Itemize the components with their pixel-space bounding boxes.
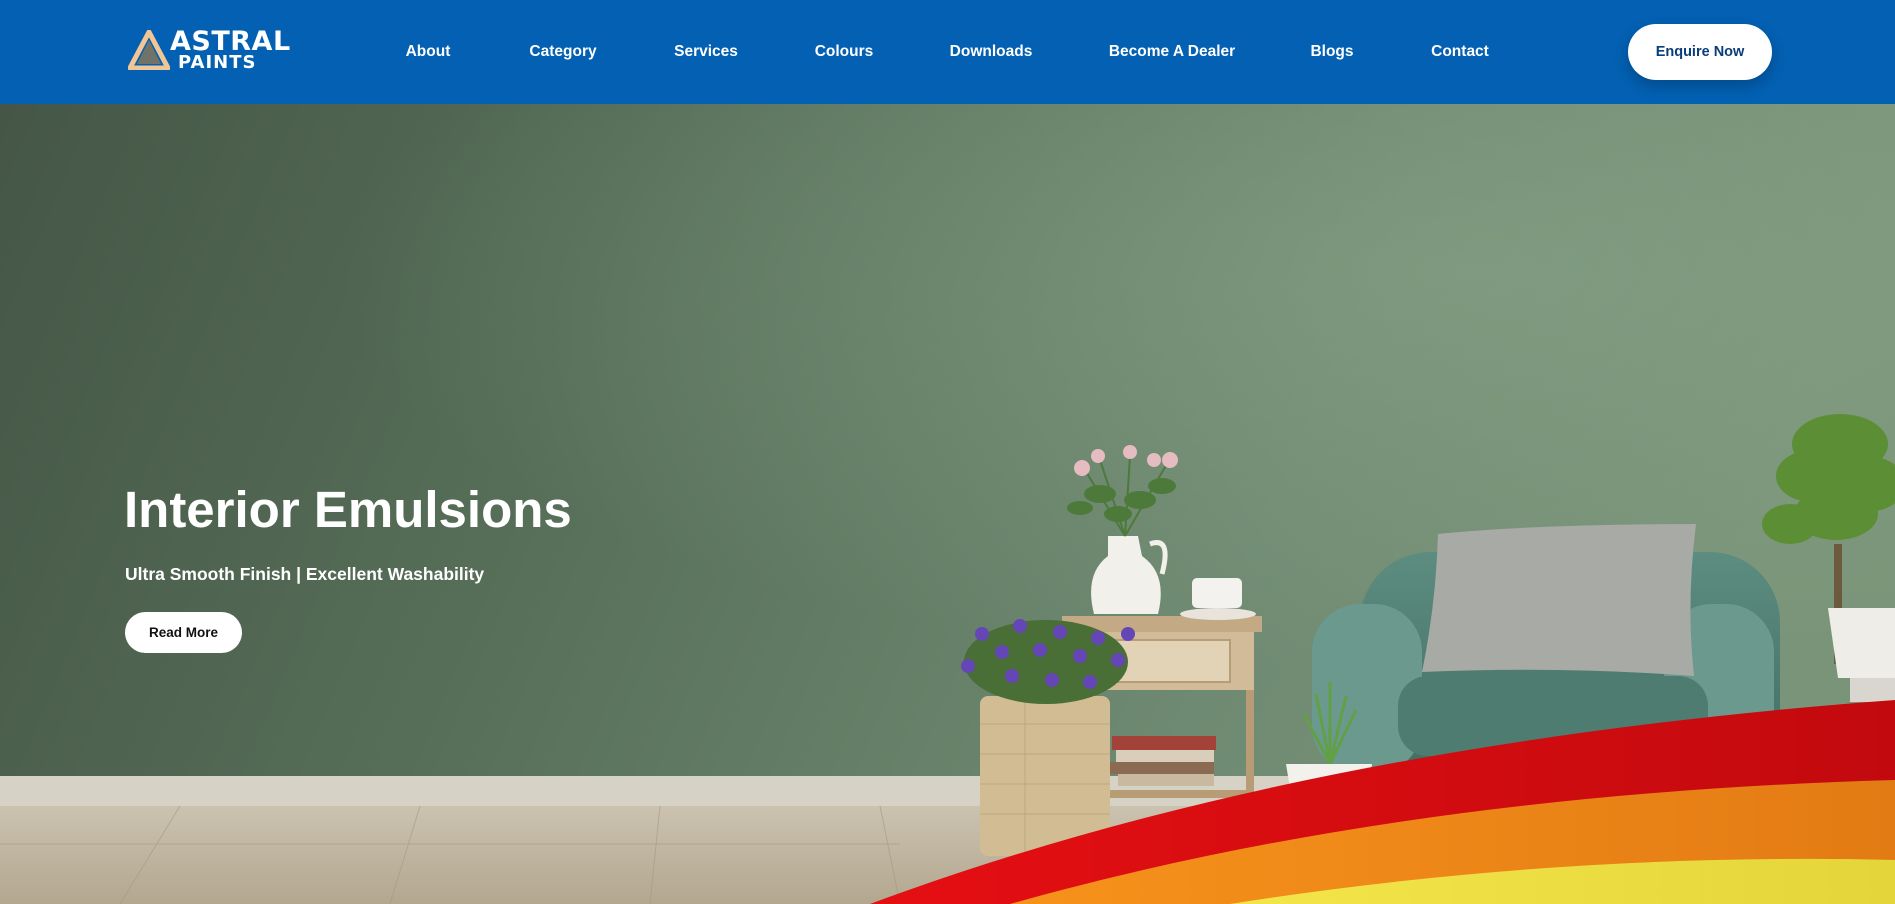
nav-downloads[interactable]: Downloads — [950, 42, 1033, 62]
nav-colours[interactable]: Colours — [815, 42, 874, 62]
nav-become-a-dealer[interactable]: Become A Dealer — [1109, 42, 1235, 62]
nav-about[interactable]: About — [406, 42, 451, 62]
nav-category[interactable]: Category — [529, 42, 596, 62]
hero-banner: Interior Emulsions Ultra Smooth Finish |… — [0, 104, 1895, 904]
top-navbar: ASTRAL PAINTS About Category Services Co… — [0, 0, 1895, 104]
hero-subtitle: Ultra Smooth Finish | Excellent Washabil… — [125, 564, 485, 584]
logo-text-paints: PAINTS — [178, 52, 257, 73]
nav-services[interactable]: Services — [674, 42, 738, 62]
hero-title: Interior Emulsions — [124, 481, 572, 538]
triangle-logo-icon — [128, 30, 170, 70]
logo-text-astral: ASTRAL — [170, 26, 291, 57]
read-more-button[interactable]: Read More — [125, 612, 242, 653]
nav-contact[interactable]: Contact — [1431, 42, 1489, 62]
enquire-now-button[interactable]: Enquire Now — [1628, 24, 1772, 80]
nav-blogs[interactable]: Blogs — [1310, 42, 1353, 62]
astral-paints-logo[interactable]: ASTRAL PAINTS — [128, 26, 290, 76]
